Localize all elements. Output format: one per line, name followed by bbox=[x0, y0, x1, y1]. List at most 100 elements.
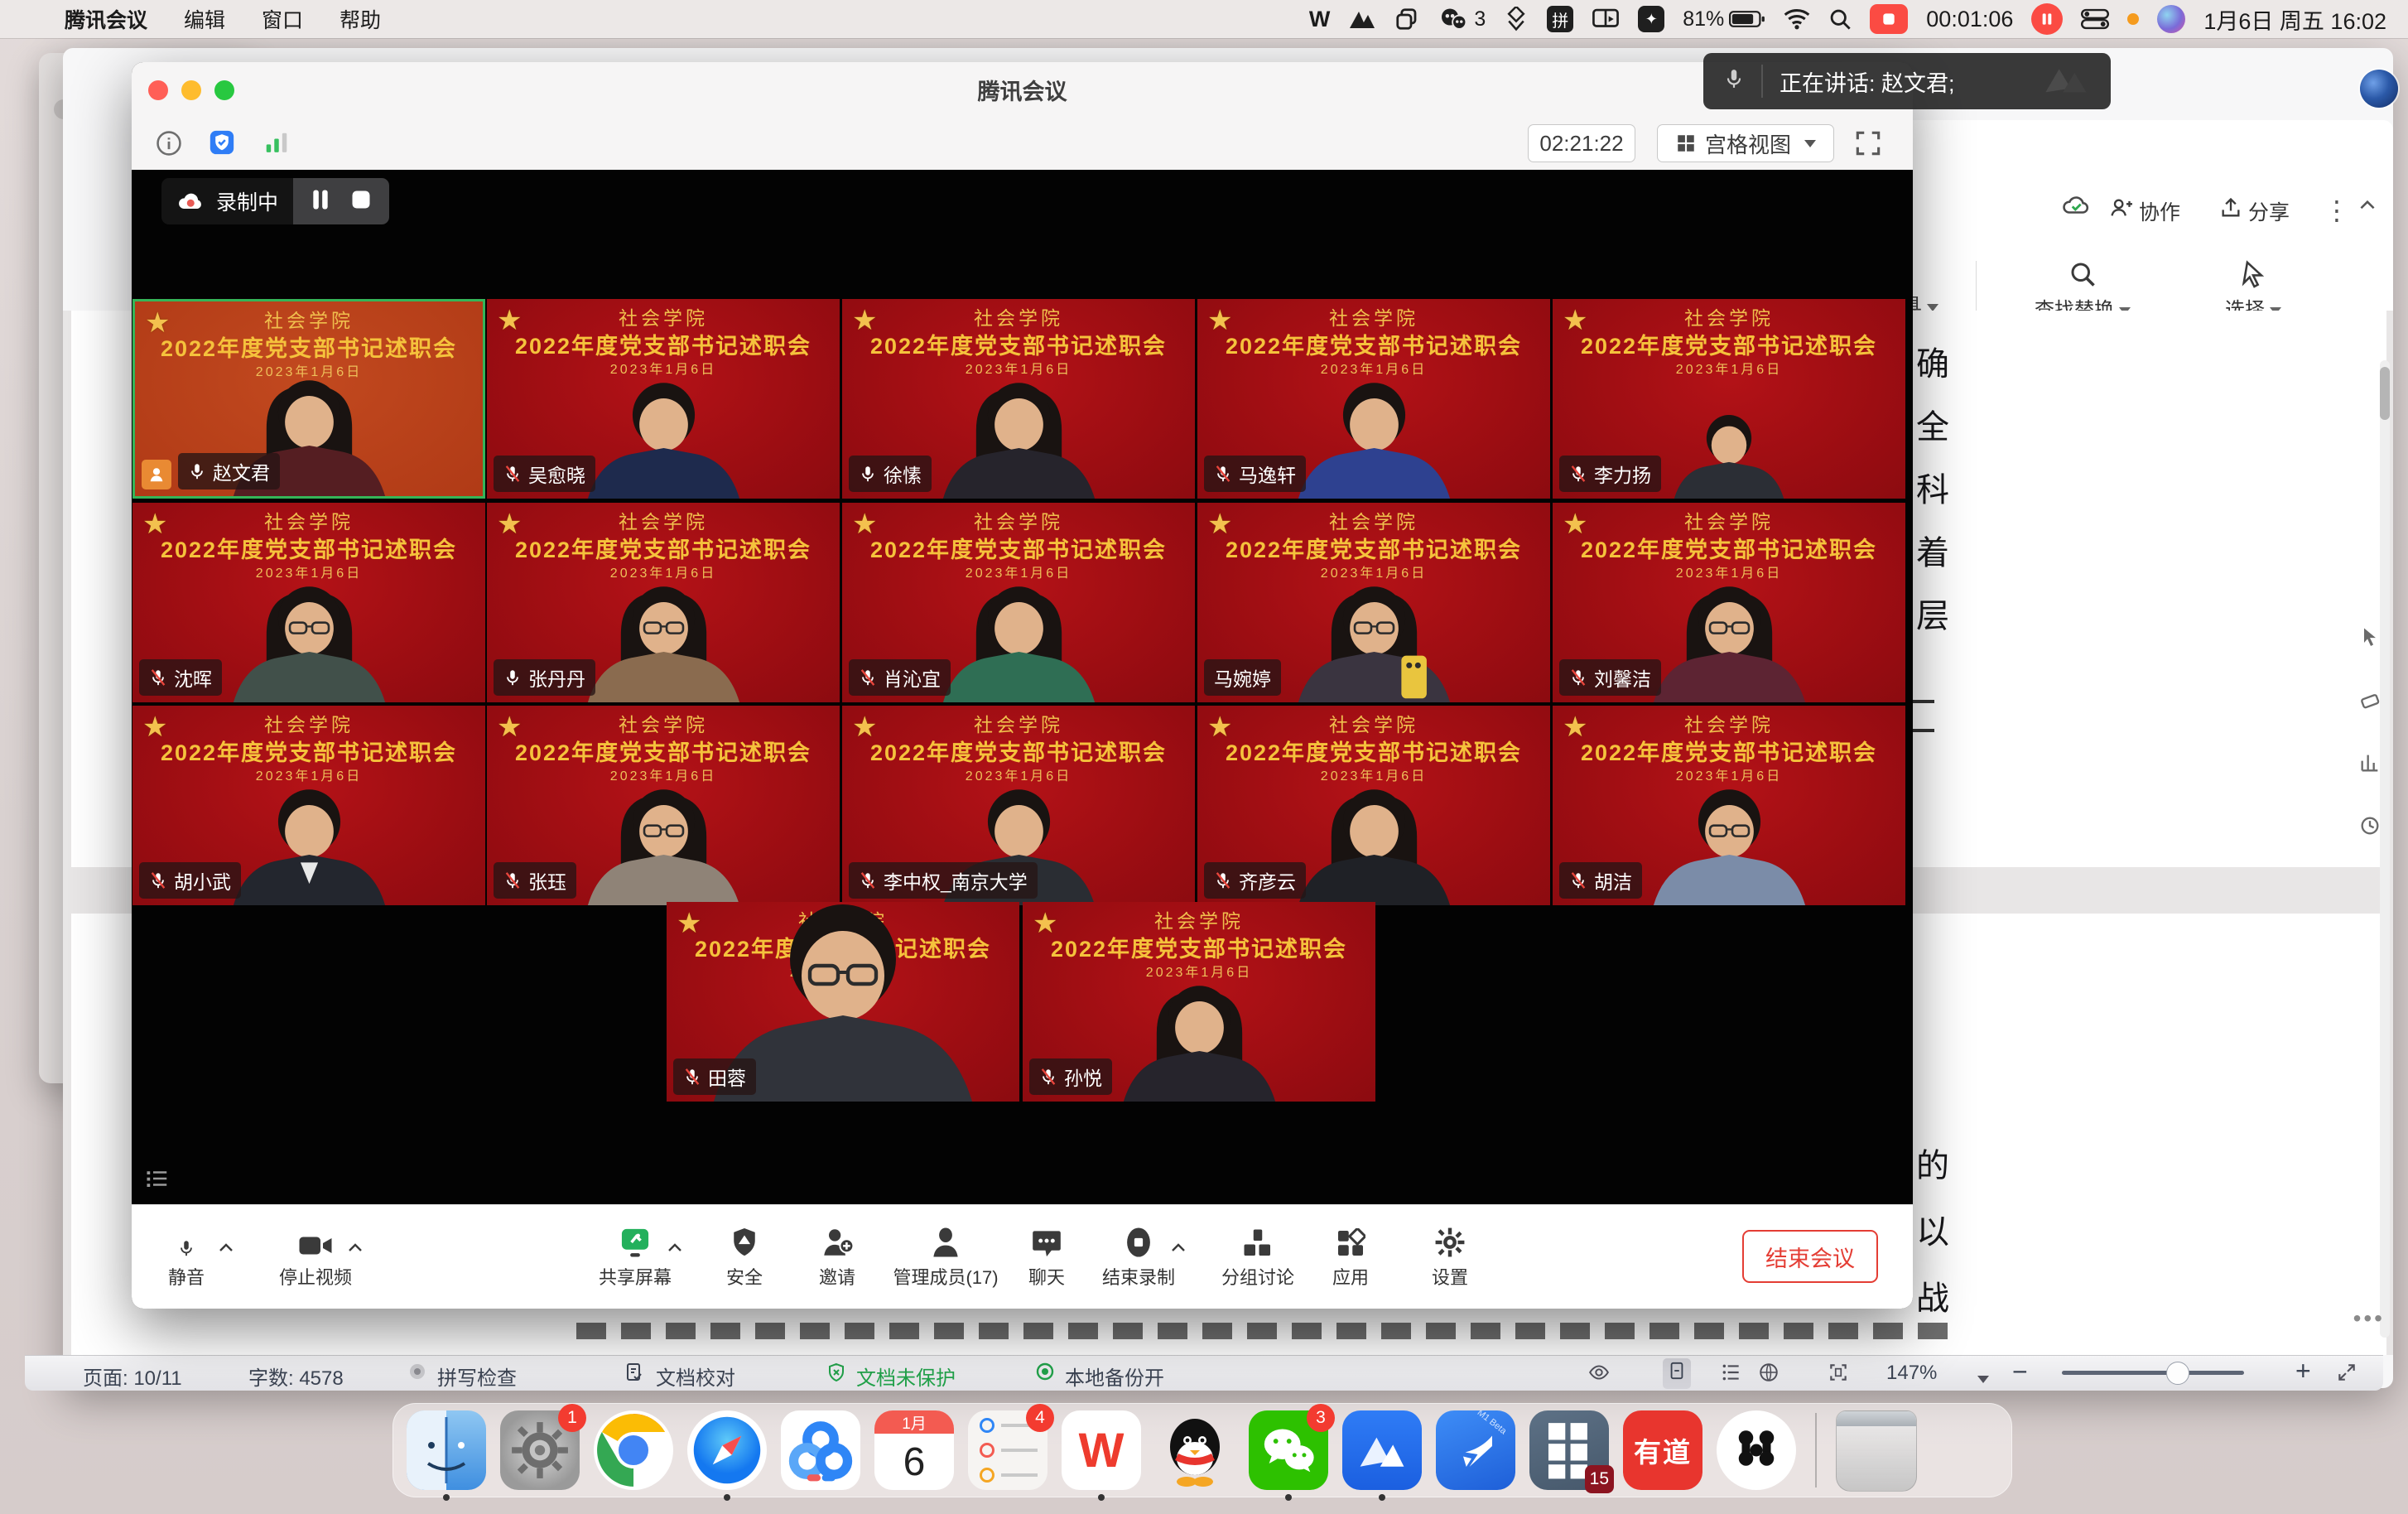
view-mode-selector[interactable]: 宫格视图 bbox=[1657, 124, 1834, 162]
copy-menu-icon[interactable] bbox=[1394, 5, 1419, 33]
participant-tile[interactable]: ★社会学院2022年度党支部书记述职会2023年1月6日齐彦云 bbox=[1197, 706, 1550, 905]
chat-badge-menu-icon[interactable]: 3 bbox=[1438, 5, 1486, 33]
backup-label[interactable]: 本地备份开 bbox=[1065, 1362, 1164, 1391]
dock-app-chrome[interactable] bbox=[594, 1410, 673, 1490]
diamond-menu-icon[interactable] bbox=[1504, 5, 1529, 33]
fullscreen-toggle-icon[interactable] bbox=[2335, 1362, 2358, 1389]
participant-tile[interactable]: ★社会学院2022年度党支部书记述职会2023年1月6日张丹丹 bbox=[487, 503, 840, 702]
dock-app-dingtalk[interactable]: M1 Beta bbox=[1436, 1410, 1515, 1490]
toolbar-settings-button[interactable]: 设置 bbox=[1384, 1215, 1516, 1290]
scrollbar-thumb[interactable] bbox=[2380, 367, 2390, 420]
network-signal-icon[interactable] bbox=[262, 131, 291, 160]
fullscreen-icon[interactable] bbox=[1852, 128, 1884, 163]
toolbar-camera-button[interactable]: 停止视频 bbox=[249, 1215, 382, 1290]
participant-video bbox=[566, 777, 761, 905]
dock-app-finder[interactable] bbox=[407, 1410, 486, 1490]
participant-tile[interactable]: ★社会学院2022年度党支部书记述职会2023年1月6日胡小武 bbox=[132, 706, 485, 905]
participant-tile[interactable]: ★社会学院2022年度党支部书记述职会2023年1月6日马婉婷 bbox=[1197, 503, 1550, 702]
page-view-icon[interactable] bbox=[1663, 1358, 1691, 1389]
fit-page-icon[interactable] bbox=[1827, 1362, 1850, 1389]
zoom-percent[interactable]: 147% bbox=[1886, 1362, 1937, 1385]
participant-tile[interactable]: ★社会学院2022年度党支部书记述职会2023年1月6日马逸轩 bbox=[1197, 299, 1550, 499]
dock-app-reminders[interactable]: 4 bbox=[968, 1410, 1047, 1490]
zoom-slider[interactable] bbox=[2062, 1371, 2244, 1375]
wps-menu-icon[interactable]: W bbox=[1309, 5, 1330, 33]
spellcheck-label[interactable]: 拼写检查 bbox=[437, 1362, 517, 1391]
security-shield-icon[interactable] bbox=[208, 128, 236, 161]
cloud-sync-icon[interactable] bbox=[2062, 193, 2090, 224]
screenshot-menu-icon[interactable]: ✦ bbox=[1638, 5, 1664, 33]
participant-tile[interactable]: ★社会学院2022年度党支部书记述职会2023年1月6日吴愈晓 bbox=[487, 299, 840, 499]
dock-app-youdao[interactable]: 有道 bbox=[1623, 1410, 1702, 1490]
participant-tile[interactable]: ★社会学院2022年度党支部书记述职会2023年1月6日孙悦 bbox=[1023, 902, 1375, 1102]
menu-datetime[interactable]: 1月6日 周五 16:02 bbox=[2203, 5, 2386, 33]
backup-icon[interactable] bbox=[1035, 1362, 1055, 1387]
outline-view-icon[interactable] bbox=[1721, 1362, 1742, 1389]
wifi-menu-icon[interactable] bbox=[1784, 5, 1810, 33]
menu-help[interactable]: 帮助 bbox=[340, 4, 381, 34]
share-button[interactable]: 分享 bbox=[2219, 196, 2290, 226]
meeting-menu-icon[interactable] bbox=[1348, 5, 1376, 33]
speaking-toast: 正在讲话: 赵文君; bbox=[1703, 53, 2111, 109]
toolbar-mic-button[interactable]: 静音 bbox=[132, 1215, 253, 1290]
participant-tile[interactable]: ★社会学院2022年度党支部书记述职会2023年1月6日沈晖 bbox=[132, 503, 485, 702]
zoom-slider-handle[interactable] bbox=[2166, 1362, 2189, 1385]
scrollbar[interactable] bbox=[2380, 360, 2390, 1338]
zoom-dropdown-icon[interactable] bbox=[1972, 1367, 1989, 1391]
dock-app-safari[interactable] bbox=[687, 1410, 767, 1490]
participant-tile[interactable]: ★社会学院2022年度党支部书记述职会2023年1月6日田蓉 bbox=[667, 902, 1019, 1102]
more-dots[interactable]: ••• bbox=[2353, 1305, 2385, 1332]
dock-app-dots[interactable] bbox=[1717, 1410, 1796, 1490]
collapse-ribbon-icon[interactable] bbox=[2357, 195, 2378, 222]
dock-app-settings[interactable]: 1 bbox=[500, 1410, 580, 1490]
dock-app-trash[interactable] bbox=[1836, 1410, 1915, 1490]
protection-icon[interactable] bbox=[826, 1362, 846, 1389]
pause-recording-button[interactable] bbox=[311, 189, 330, 215]
participant-tile[interactable]: ★社会学院2022年度党支部书记述职会2023年1月6日张珏 bbox=[487, 706, 840, 905]
wps-side-tools[interactable] bbox=[2358, 625, 2382, 837]
protection-label[interactable]: 文档未保护 bbox=[856, 1362, 956, 1391]
proofread-label[interactable]: 文档校对 bbox=[656, 1362, 735, 1391]
participant-tile[interactable]: ★社会学院2022年度党支部书记述职会2023年1月6日赵文君 bbox=[132, 299, 485, 499]
toolbar-record-button[interactable]: 结束录制 bbox=[1072, 1215, 1205, 1290]
eye-protect-icon[interactable] bbox=[1587, 1362, 1611, 1389]
participant-tile[interactable]: ★社会学院2022年度党支部书记述职会2023年1月6日肖沁宜 bbox=[842, 503, 1195, 702]
dock-app-qq[interactable] bbox=[1155, 1410, 1235, 1490]
meeting-info-icon[interactable] bbox=[155, 129, 183, 162]
dock-app-docs[interactable] bbox=[781, 1410, 860, 1490]
collaborate-button[interactable]: 协作 bbox=[2108, 196, 2180, 226]
more-options-icon[interactable]: ⋮ bbox=[2324, 195, 2350, 226]
menu-app-name[interactable]: 腾讯会议 bbox=[65, 4, 147, 34]
participant-tile[interactable]: ★社会学院2022年度党支部书记述职会2023年1月6日李力扬 bbox=[1553, 299, 1905, 499]
dock-app-wechat[interactable]: 3 bbox=[1249, 1410, 1328, 1490]
input-method-icon[interactable]: 拼 bbox=[1547, 5, 1573, 33]
pause-recording-menu-chip[interactable] bbox=[2031, 5, 2063, 33]
participant-tile[interactable]: ★社会学院2022年度党支部书记述职会2023年1月6日李中权_南京大学 bbox=[842, 706, 1195, 905]
participant-tile[interactable]: ★社会学院2022年度党支部书记述职会2023年1月6日胡洁 bbox=[1553, 706, 1905, 905]
web-view-icon[interactable] bbox=[1757, 1362, 1780, 1389]
zoom-in-button[interactable]: + bbox=[2295, 1356, 2311, 1386]
dock-app-wps[interactable]: W bbox=[1062, 1410, 1141, 1490]
document-char: 着 bbox=[1916, 526, 1949, 574]
zoom-out-button[interactable]: − bbox=[2012, 1357, 2028, 1387]
layout-list-icon[interactable] bbox=[145, 1168, 170, 1193]
account-avatar[interactable] bbox=[2360, 70, 2398, 108]
menu-edit[interactable]: 编辑 bbox=[184, 4, 225, 34]
siri-icon[interactable] bbox=[2157, 5, 2185, 33]
menu-window[interactable]: 窗口 bbox=[262, 4, 303, 34]
stop-recording-menu-chip[interactable] bbox=[1870, 5, 1908, 33]
dock-app-calendar[interactable]: 1月6 bbox=[874, 1410, 954, 1490]
proofread-icon[interactable] bbox=[624, 1362, 644, 1389]
display-menu-icon[interactable] bbox=[1592, 5, 1620, 33]
running-indicator bbox=[1285, 1494, 1292, 1501]
dock-app-meeting[interactable] bbox=[1342, 1410, 1422, 1490]
dock-app-gridapp[interactable]: 15 bbox=[1529, 1410, 1609, 1490]
stop-recording-button[interactable] bbox=[351, 190, 371, 214]
spellcheck-icon[interactable] bbox=[407, 1362, 427, 1387]
mic-muted-icon bbox=[859, 668, 877, 687]
end-meeting-button[interactable]: 结束会议 bbox=[1742, 1230, 1878, 1283]
control-center-icon[interactable] bbox=[2081, 5, 2109, 33]
participant-tile[interactable]: ★社会学院2022年度党支部书记述职会2023年1月6日刘馨洁 bbox=[1553, 503, 1905, 702]
search-menu-icon[interactable] bbox=[1828, 5, 1852, 33]
participant-tile[interactable]: ★社会学院2022年度党支部书记述职会2023年1月6日徐愫 bbox=[842, 299, 1195, 499]
